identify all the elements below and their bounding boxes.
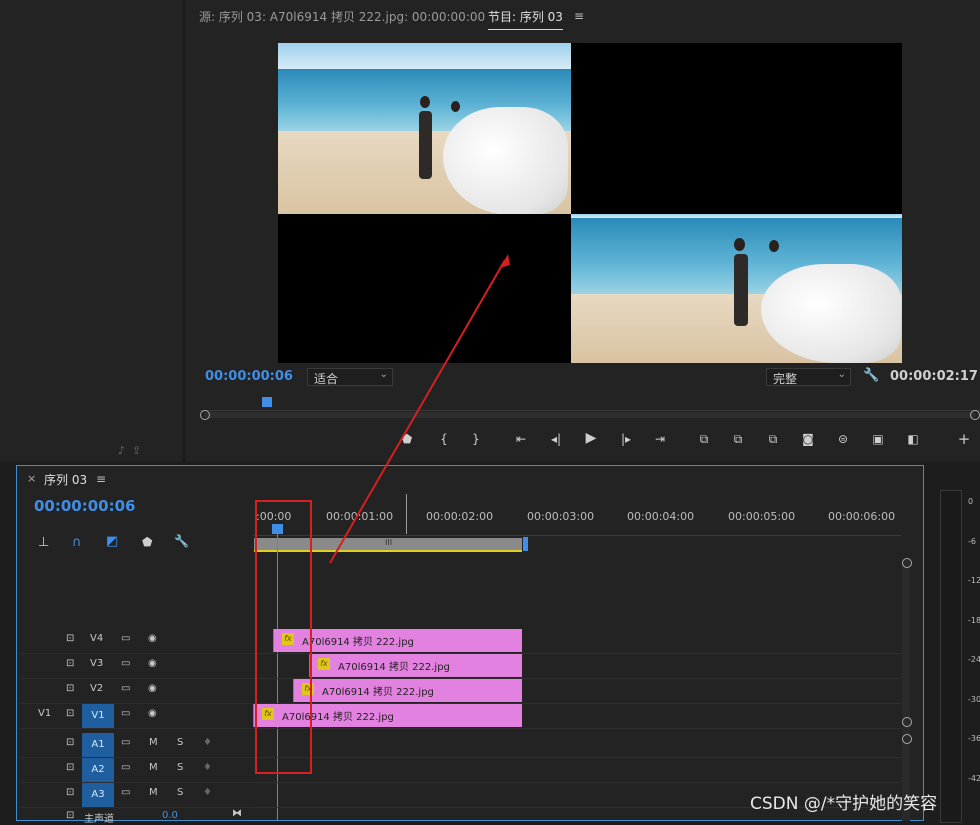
annotation-arrow	[329, 254, 510, 564]
watermark: CSDN @/*守护她的笑容	[750, 794, 938, 814]
